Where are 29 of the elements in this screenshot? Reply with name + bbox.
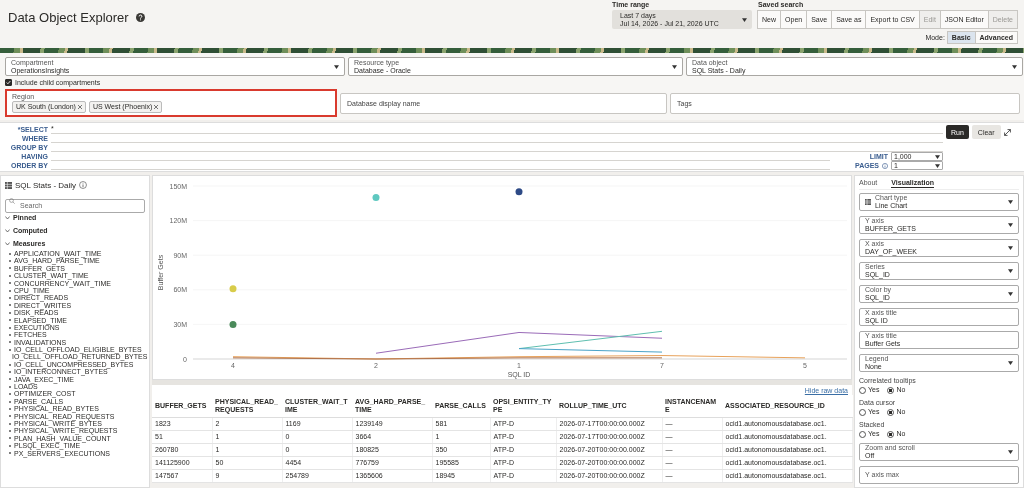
info-icon	[882, 162, 888, 169]
chevron-icon	[5, 241, 10, 246]
caret-icon	[672, 64, 677, 69]
close-icon[interactable]	[154, 105, 159, 109]
caret-icon	[1008, 361, 1013, 365]
caret-icon	[1008, 200, 1013, 204]
caret-icon	[1008, 269, 1013, 273]
caret-icon	[1008, 223, 1013, 227]
panel-title: SQL Stats - Daily	[15, 180, 77, 190]
search-icon	[9, 198, 15, 204]
data-point	[372, 194, 380, 202]
close-icon[interactable]	[77, 105, 82, 109]
data-point	[229, 320, 237, 328]
chevron-icon	[5, 215, 10, 220]
data-point	[229, 285, 237, 293]
checkbox[interactable]	[5, 78, 12, 86]
expand-icon[interactable]	[1003, 128, 1011, 136]
caret-icon	[1008, 450, 1013, 454]
caret-icon	[742, 17, 748, 22]
caret-icon	[334, 64, 339, 69]
help-icon[interactable]	[135, 12, 145, 22]
chevron-icon	[5, 228, 10, 233]
caret-icon	[1008, 292, 1013, 296]
page-title: Data Object Explorer	[8, 9, 129, 25]
table-icon	[5, 181, 12, 189]
data-point	[515, 188, 523, 196]
info-icon	[79, 181, 88, 189]
caret-icon	[1012, 64, 1017, 69]
caret-icon	[1008, 246, 1013, 250]
